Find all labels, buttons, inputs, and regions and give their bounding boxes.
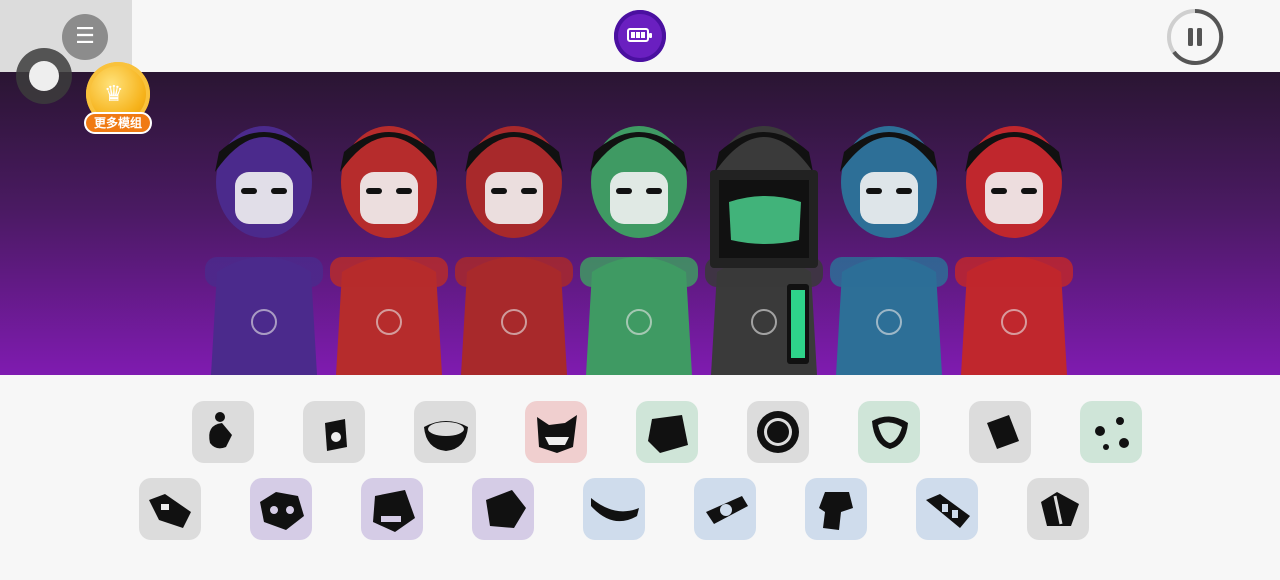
gray-hook-sound[interactable] <box>192 401 254 463</box>
purple-mask-sound-icon <box>260 492 304 530</box>
blue-stripes-sound-icon <box>926 494 970 528</box>
battery-icon <box>614 10 666 62</box>
green-scatter-sound-icon <box>1095 417 1129 450</box>
gray-shard-sound-icon <box>1041 492 1079 526</box>
red-robot-character[interactable] <box>955 126 1073 375</box>
sound-palette <box>0 375 1280 580</box>
green-scatter-sound[interactable] <box>1080 401 1142 463</box>
characters-layer <box>205 126 1073 375</box>
gray-diamond-sound-icon <box>987 415 1019 449</box>
green-cloth-sound[interactable] <box>636 401 698 463</box>
purple-blob-sound[interactable] <box>472 478 534 540</box>
gray-bolt-sound[interactable] <box>139 478 201 540</box>
blue-stripes-sound[interactable] <box>916 478 978 540</box>
vip-mods-button[interactable]: ♛ 更多模组 <box>84 62 152 136</box>
green-mask-character[interactable] <box>580 126 698 375</box>
green-leaf-sound-icon <box>872 416 908 449</box>
red-monster-sound-icon <box>537 415 577 453</box>
gray-hook-sound-icon <box>209 412 232 449</box>
gray-pill-sound[interactable] <box>303 401 365 463</box>
purple-skull-sound[interactable] <box>361 478 423 540</box>
red-hooded-ninja[interactable] <box>455 126 573 375</box>
joystick-knob[interactable] <box>29 61 59 91</box>
red-monster-sound[interactable] <box>525 401 587 463</box>
purple-blob-sound-icon <box>486 490 526 528</box>
joystick-handle[interactable] <box>16 48 72 104</box>
pause-icon[interactable] <box>1166 8 1224 66</box>
purple-horned-beast[interactable] <box>205 126 323 375</box>
green-cloth-sound-icon <box>648 415 688 453</box>
character-stage <box>0 72 1280 375</box>
blue-helmet-sound-icon <box>819 492 853 530</box>
gray-bowl-sound-icon <box>424 421 468 451</box>
vip-label: 更多模组 <box>84 112 152 134</box>
blue-eye-sound-icon <box>706 496 748 524</box>
gray-bowl-sound[interactable] <box>414 401 476 463</box>
hamburger-menu-icon[interactable]: ☰ <box>62 14 108 60</box>
gray-gear-sound-icon <box>757 411 799 453</box>
gray-gear-sound[interactable] <box>747 401 809 463</box>
crown-icon: ♛ <box>104 82 124 107</box>
blue-band-sound-icon <box>591 498 639 522</box>
blue-band-sound[interactable] <box>583 478 645 540</box>
battery-glyph <box>627 28 652 42</box>
pause-button[interactable] <box>1166 8 1224 66</box>
gray-bolt-sound-icon <box>149 494 191 528</box>
red-visor-girl[interactable] <box>330 126 448 375</box>
gray-shard-sound[interactable] <box>1027 478 1089 540</box>
blue-eye-sound[interactable] <box>694 478 756 540</box>
top-bar: ☰ <box>0 0 1280 72</box>
gray-diamond-sound[interactable] <box>969 401 1031 463</box>
green-leaf-sound[interactable] <box>858 401 920 463</box>
purple-skull-sound-icon <box>373 490 415 532</box>
blue-helmet-character[interactable] <box>830 126 948 375</box>
blue-helmet-sound[interactable] <box>805 478 867 540</box>
gray-pill-sound-icon <box>325 419 347 451</box>
purple-mask-sound[interactable] <box>250 478 312 540</box>
